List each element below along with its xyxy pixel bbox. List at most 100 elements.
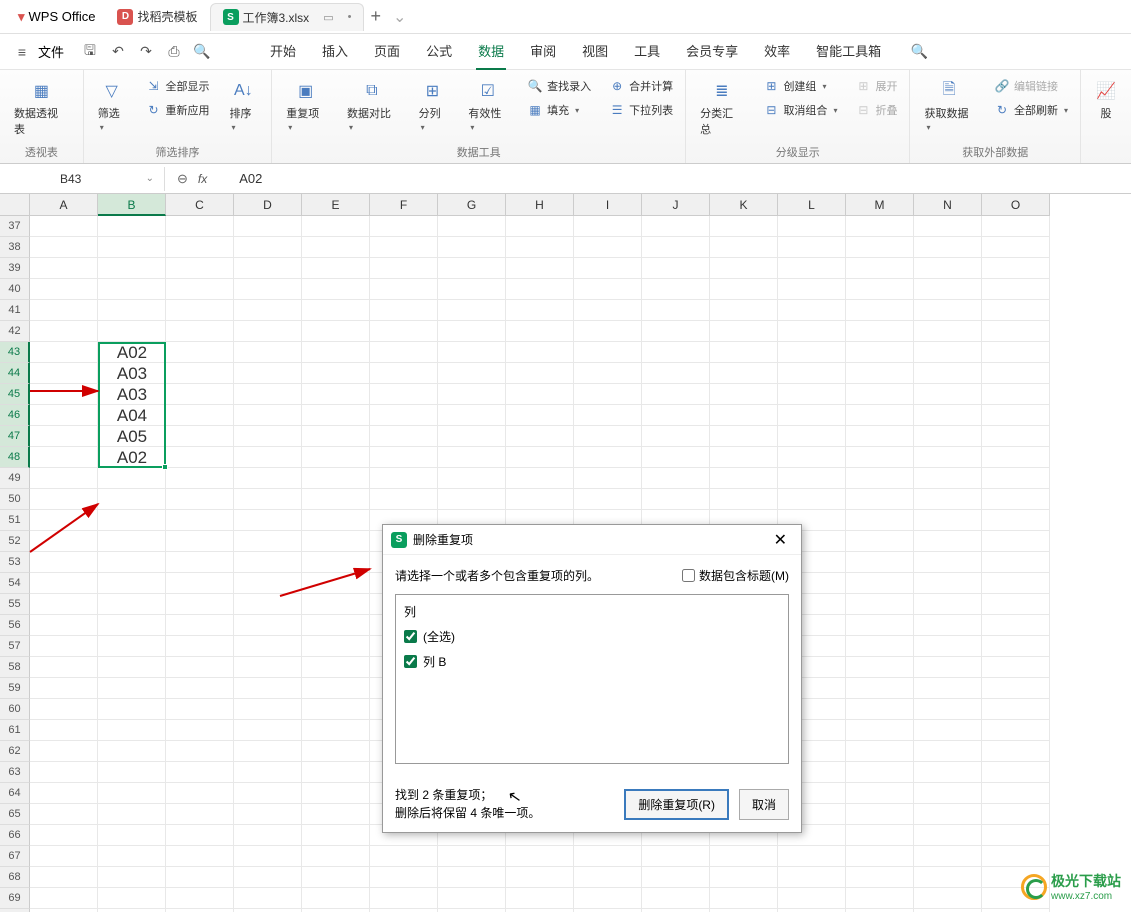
cell[interactable] bbox=[846, 510, 914, 531]
cell[interactable] bbox=[166, 573, 234, 594]
cell[interactable] bbox=[982, 573, 1050, 594]
cell[interactable] bbox=[166, 846, 234, 867]
cell[interactable] bbox=[914, 552, 982, 573]
cell[interactable] bbox=[98, 636, 166, 657]
cell[interactable] bbox=[506, 216, 574, 237]
cell[interactable] bbox=[778, 888, 846, 909]
menu-tab-insert[interactable]: 插入 bbox=[320, 33, 350, 70]
row-header-65[interactable]: 65 bbox=[0, 804, 30, 825]
cell[interactable] bbox=[710, 321, 778, 342]
cell[interactable] bbox=[30, 552, 98, 573]
cell[interactable] bbox=[778, 363, 846, 384]
cell[interactable] bbox=[846, 678, 914, 699]
row-header-57[interactable]: 57 bbox=[0, 636, 30, 657]
cell[interactable] bbox=[166, 237, 234, 258]
cell[interactable] bbox=[302, 699, 370, 720]
cell[interactable] bbox=[98, 510, 166, 531]
row-header-59[interactable]: 59 bbox=[0, 678, 30, 699]
col-header-J[interactable]: J bbox=[642, 194, 710, 216]
cell[interactable] bbox=[506, 468, 574, 489]
cell[interactable] bbox=[846, 531, 914, 552]
cell[interactable] bbox=[234, 363, 302, 384]
cell[interactable] bbox=[166, 741, 234, 762]
cell[interactable] bbox=[846, 237, 914, 258]
cell[interactable] bbox=[846, 867, 914, 888]
cell[interactable] bbox=[914, 531, 982, 552]
cell[interactable] bbox=[166, 699, 234, 720]
cell[interactable] bbox=[234, 552, 302, 573]
cell[interactable] bbox=[778, 405, 846, 426]
row-header-61[interactable]: 61 bbox=[0, 720, 30, 741]
cell[interactable] bbox=[370, 846, 438, 867]
redo-icon[interactable]: ↷ bbox=[134, 40, 158, 64]
cell[interactable] bbox=[710, 426, 778, 447]
cell[interactable] bbox=[234, 678, 302, 699]
cell[interactable] bbox=[642, 384, 710, 405]
cell[interactable] bbox=[234, 510, 302, 531]
dialog-titlebar[interactable]: S 删除重复项 ✕ bbox=[383, 525, 801, 555]
cell[interactable] bbox=[778, 846, 846, 867]
cell[interactable] bbox=[370, 279, 438, 300]
cell[interactable] bbox=[574, 846, 642, 867]
col-header-N[interactable]: N bbox=[914, 194, 982, 216]
row-header-66[interactable]: 66 bbox=[0, 825, 30, 846]
cell[interactable] bbox=[506, 279, 574, 300]
cell[interactable] bbox=[846, 720, 914, 741]
cell[interactable] bbox=[234, 762, 302, 783]
cell[interactable] bbox=[914, 888, 982, 909]
column-b-checkbox[interactable] bbox=[404, 655, 417, 668]
cell[interactable] bbox=[438, 237, 506, 258]
tab-menu-chevron[interactable]: ⌄ bbox=[387, 7, 406, 27]
cell[interactable] bbox=[710, 300, 778, 321]
cell[interactable] bbox=[302, 447, 370, 468]
cell[interactable] bbox=[914, 237, 982, 258]
cell[interactable] bbox=[370, 426, 438, 447]
cell[interactable] bbox=[846, 615, 914, 636]
cell[interactable] bbox=[438, 300, 506, 321]
col-header-D[interactable]: D bbox=[234, 194, 302, 216]
cell[interactable] bbox=[166, 804, 234, 825]
cell[interactable] bbox=[302, 342, 370, 363]
cell[interactable] bbox=[642, 321, 710, 342]
cancel-formula-icon[interactable]: ⊖ bbox=[177, 171, 188, 187]
cell[interactable] bbox=[302, 573, 370, 594]
row-header-50[interactable]: 50 bbox=[0, 489, 30, 510]
cell[interactable] bbox=[438, 489, 506, 510]
cell[interactable] bbox=[438, 447, 506, 468]
cell-B48[interactable]: A02 bbox=[98, 447, 166, 468]
cell[interactable] bbox=[574, 867, 642, 888]
cell[interactable] bbox=[846, 783, 914, 804]
cell[interactable] bbox=[982, 594, 1050, 615]
cell[interactable] bbox=[438, 426, 506, 447]
cell[interactable] bbox=[98, 279, 166, 300]
cell[interactable] bbox=[370, 216, 438, 237]
cell[interactable] bbox=[438, 405, 506, 426]
cell[interactable] bbox=[846, 594, 914, 615]
col-header-L[interactable]: L bbox=[778, 194, 846, 216]
cell[interactable] bbox=[642, 867, 710, 888]
cell[interactable] bbox=[574, 342, 642, 363]
cell[interactable] bbox=[574, 426, 642, 447]
cell[interactable] bbox=[98, 594, 166, 615]
cell[interactable] bbox=[302, 300, 370, 321]
cell[interactable] bbox=[302, 279, 370, 300]
cell[interactable] bbox=[914, 783, 982, 804]
cell[interactable] bbox=[982, 321, 1050, 342]
cell[interactable] bbox=[982, 510, 1050, 531]
cell[interactable] bbox=[234, 636, 302, 657]
cell[interactable] bbox=[914, 594, 982, 615]
cell[interactable] bbox=[234, 300, 302, 321]
cell[interactable] bbox=[234, 699, 302, 720]
stock-button[interactable]: 📈股 bbox=[1089, 76, 1123, 125]
cell[interactable] bbox=[234, 384, 302, 405]
cell[interactable] bbox=[30, 867, 98, 888]
cell[interactable] bbox=[302, 615, 370, 636]
cell[interactable] bbox=[30, 825, 98, 846]
cell[interactable] bbox=[234, 468, 302, 489]
cell[interactable] bbox=[234, 531, 302, 552]
cell[interactable] bbox=[30, 363, 98, 384]
cell[interactable] bbox=[302, 846, 370, 867]
row-header-47[interactable]: 47 bbox=[0, 426, 30, 447]
row-header-54[interactable]: 54 bbox=[0, 573, 30, 594]
cell[interactable] bbox=[166, 678, 234, 699]
